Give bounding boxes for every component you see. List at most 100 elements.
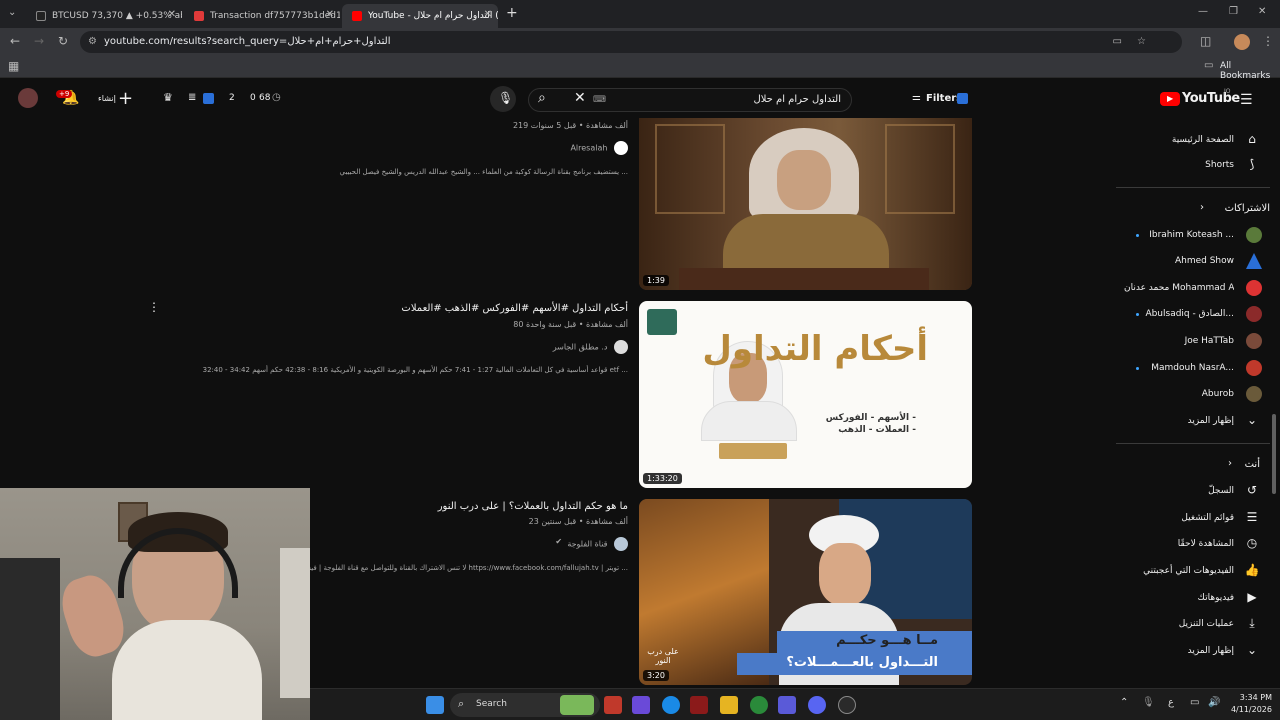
channel-link[interactable]: ✔ قناة الفلوجة [555, 537, 628, 551]
chrome-icon[interactable] [750, 696, 768, 714]
start-icon[interactable] [426, 696, 444, 714]
channel-avatar [614, 340, 628, 354]
search-highlight-icon [560, 695, 594, 715]
video-thumbnail-1[interactable]: 1:39 [639, 118, 972, 290]
teams-icon[interactable] [778, 696, 796, 714]
profile-avatar[interactable] [1234, 34, 1250, 50]
tab-transaction[interactable]: Transaction df757773b1ded13... ✕ [184, 4, 340, 28]
duration-badge: 1:33:20 [643, 473, 682, 484]
tab-search-icon[interactable]: ⌄ [8, 7, 16, 18]
close-icon[interactable]: ✕ [326, 9, 334, 20]
voice-search-button[interactable]: 🎙 [490, 86, 516, 112]
new-tab-button[interactable]: + [506, 5, 518, 21]
sidebar-item-downloads[interactable]: عمليات التنزيل ⤓ [1116, 613, 1260, 637]
close-icon[interactable]: ✕ [484, 9, 492, 20]
apps-grid-icon[interactable]: ▦ [8, 59, 19, 73]
sidebar-sub-2[interactable]: Ahmed Show [1116, 250, 1262, 274]
forward-icon[interactable]: → [34, 34, 44, 48]
extension-badge-icon[interactable] [203, 93, 214, 104]
tab-btcusd[interactable]: BTCUSD 73,370 ▲ +0.53% abo... ✕ [26, 4, 182, 28]
search-icon: ⌕ [458, 697, 465, 710]
result-title[interactable]: ما هو حكم التداول بالعملات؟ | على درب ال… [438, 501, 628, 512]
sidebar-item-liked[interactable]: الفيديوهات التي أعجبتني 👍 [1116, 560, 1260, 584]
menu-dots-icon[interactable]: ⋮ [1262, 34, 1274, 48]
address-bar[interactable]: ⚙ youtube.com/results?search_query=التدا… [80, 31, 1182, 53]
sidebar-item-watch-later[interactable]: المشاهدة لاحقًا ◷ [1116, 533, 1260, 557]
result-meta: 23 ألف مشاهدة • قبل سنتين [528, 517, 628, 526]
youtube-logo-icon[interactable]: ▶ [1160, 92, 1180, 106]
window-close-icon[interactable]: ✕ [1258, 6, 1266, 17]
discord-icon[interactable] [808, 696, 826, 714]
copilot-icon[interactable] [632, 696, 650, 714]
channel-link[interactable]: Alresalah [570, 141, 628, 155]
channel-avatar [1246, 253, 1262, 269]
home-icon: ⌂ [1248, 132, 1256, 146]
sidebar-item-history[interactable]: السجلّ ↺ [1116, 480, 1260, 504]
edge-icon[interactable] [662, 696, 680, 714]
filters-icon[interactable]: ⚌ [912, 92, 921, 103]
result-description: لا تنس الاشتراك بالقناة وللتواصل مع قناة… [293, 564, 628, 572]
browser-tab-bar: ⌄ BTCUSD 73,370 ▲ +0.53% abo... ✕ Transa… [0, 0, 1280, 28]
steam-icon[interactable] [838, 696, 856, 714]
you-show-more[interactable]: إظهار المزيد ⌄ [1116, 640, 1260, 664]
sidebar-sub-5[interactable]: Joe HaTTab [1116, 330, 1262, 354]
video-thumbnail-3[interactable]: مــا هـــو حكـــم التـــداول بالعـــمـــ… [639, 499, 972, 685]
create-button[interactable]: إنشاء [98, 94, 116, 103]
queue-icon[interactable]: ≣ [188, 92, 196, 103]
mic-tray-icon[interactable]: 🎙 [1142, 697, 1155, 708]
more-actions-icon[interactable]: ⋮ [148, 300, 160, 314]
app-icon[interactable] [604, 696, 622, 714]
reload-icon[interactable]: ↻ [58, 34, 68, 48]
subs-show-more[interactable]: إظهار المزيد ⌄ [1116, 410, 1260, 434]
channel-link[interactable]: د. مطلق الجاسر [553, 340, 628, 354]
sidebar-item-playlists[interactable]: قوائم التشغيل ☰ [1116, 507, 1260, 531]
cast-icon[interactable]: ▭ [1113, 31, 1122, 53]
minimize-icon[interactable]: — [1198, 6, 1208, 17]
youtube-logo-text[interactable]: YouTube [1182, 91, 1240, 106]
video-thumbnail-2[interactable]: أحكام التداول - الأسهم - الفوركس - العمل… [639, 301, 972, 488]
site-info-icon[interactable]: ⚙ [88, 31, 97, 53]
sidebar-sub-1[interactable]: Ibrahim Koteash ... [1116, 224, 1262, 248]
bookmark-star-icon[interactable]: ☆ [1137, 31, 1146, 53]
hamburger-menu-icon[interactable]: ☰ [1240, 92, 1253, 108]
sidebar-item-your-videos[interactable]: فيديوهاتك ▶ [1116, 587, 1260, 611]
sidebar-sub-4[interactable]: Abulsadiq - الصادق... [1116, 303, 1262, 327]
browser-toolbar: ← → ↻ ⚙ youtube.com/results?search_query… [0, 28, 1280, 56]
clear-search-icon[interactable]: ✕ [574, 90, 586, 106]
sidebar-item-shorts[interactable]: Shorts ⟆ [1116, 154, 1260, 178]
streamer-shirt [112, 620, 262, 720]
tron-icon [194, 11, 204, 21]
close-icon[interactable]: ✕ [168, 9, 176, 20]
create-plus-icon[interactable]: + [118, 88, 133, 109]
file-explorer-icon[interactable] [720, 696, 738, 714]
all-bookmarks-link[interactable]: All Bookmarks [1220, 61, 1280, 81]
search-icon[interactable]: ⌕ [538, 90, 546, 106]
volume-icon[interactable]: 🔊 [1208, 697, 1220, 708]
sidebar-sub-3[interactable]: محمد عدنان Mohammad Adnan... [1116, 277, 1262, 301]
clock-icon: ◷ [272, 92, 281, 103]
tab-youtube[interactable]: (24) التداول حرام ام حلال - YouTube ✕ [342, 4, 498, 28]
maximize-icon[interactable]: ❐ [1229, 6, 1238, 17]
you-heading[interactable]: أنت › [1116, 453, 1260, 477]
dota-icon[interactable] [690, 696, 708, 714]
clock-date[interactable]: 4/11/2026 [1226, 705, 1272, 714]
filter-badge-icon [957, 93, 968, 104]
result-title[interactable]: أحكام التداول #الأسهم #الفوركس #الذهب #ا… [401, 303, 628, 314]
account-avatar[interactable] [18, 88, 38, 108]
sidebar-scrollbar[interactable] [1272, 414, 1276, 494]
clock-time[interactable]: 3:34 PM [1226, 693, 1272, 702]
sidebar-sub-7[interactable]: Aburob [1116, 383, 1262, 407]
sidebar-sub-6[interactable]: Mamdouh NasrA... [1116, 357, 1262, 381]
country-code: JO [1224, 88, 1231, 95]
sidebar-item-home[interactable]: الصفحة الرئيسية ⌂ [1116, 129, 1260, 153]
windows-taskbar: ⌕ Search ⌃ 🎙 ع ▭ 🔊 3:34 PM 4/11/2026 [310, 688, 1280, 720]
extensions-icon[interactable]: ◫ [1200, 34, 1211, 48]
keyboard-icon[interactable]: ⌨ [593, 89, 606, 111]
subscriptions-heading[interactable]: الاشتراكات › [1116, 197, 1270, 221]
language-indicator[interactable]: ع [1168, 697, 1174, 708]
network-icon[interactable]: ▭ [1190, 697, 1199, 708]
trophy-icon[interactable]: ♛ [163, 91, 173, 104]
taskbar-search[interactable]: ⌕ Search [450, 693, 600, 717]
tray-chevron-icon[interactable]: ⌃ [1120, 697, 1128, 708]
back-icon[interactable]: ← [10, 34, 20, 48]
